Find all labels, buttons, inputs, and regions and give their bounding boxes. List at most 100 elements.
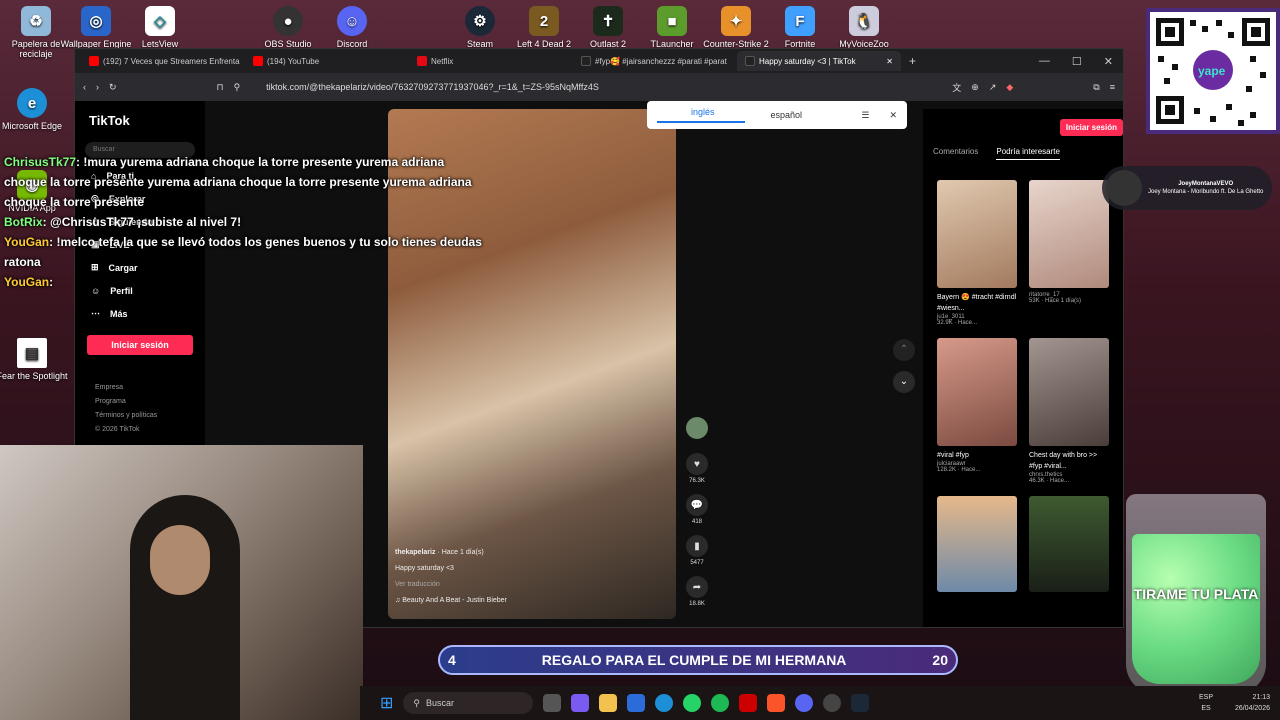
source-language-tab[interactable]: inglés bbox=[657, 107, 745, 123]
close-icon[interactable]: ✕ bbox=[889, 110, 897, 121]
browser-tab[interactable]: Netflix bbox=[409, 51, 573, 71]
taskbar-search[interactable]: ⚲ Buscar bbox=[403, 692, 534, 714]
myvoicezoo-icon: 🐧 bbox=[849, 6, 879, 36]
tiktok-logo[interactable]: TikTok bbox=[89, 113, 195, 128]
browser-tab-active[interactable]: Happy saturday <3 | TikTok ✕ bbox=[737, 51, 901, 71]
clock-time[interactable]: 21:13 bbox=[1235, 692, 1270, 703]
url-field[interactable]: tiktok.com/@thekapelariz/video/763270927… bbox=[250, 82, 942, 92]
back-icon[interactable]: ‹ bbox=[83, 82, 86, 92]
footer-link[interactable]: Programa bbox=[95, 395, 195, 409]
desktop-icon-fear-the-spotlight[interactable]: ▤ Fear the Spotlight bbox=[0, 338, 68, 381]
spotify-icon[interactable] bbox=[711, 694, 730, 712]
webcam-feed bbox=[0, 445, 363, 720]
suggested-video-card[interactable]: ritatorre_17 53K · Hace 1 día(s) bbox=[1029, 180, 1109, 326]
target-language-tab[interactable]: español bbox=[765, 110, 803, 120]
comment-count: 418 bbox=[691, 519, 702, 525]
desktop-icon-tlauncher[interactable]: ■ TLauncher bbox=[636, 6, 708, 49]
tab-comments[interactable]: Comentarios bbox=[933, 147, 978, 160]
desktop-icon-edge[interactable]: e Microsoft Edge bbox=[0, 88, 68, 131]
maximize-icon[interactable]: ☐ bbox=[1072, 55, 1082, 68]
edge-taskbar-icon[interactable] bbox=[655, 694, 674, 712]
browser-tab[interactable]: (192) 7 Veces que Streamers Enfrenta bbox=[81, 51, 245, 71]
brave-shield-icon[interactable]: ◆ bbox=[1006, 82, 1013, 93]
obs-taskbar-icon[interactable] bbox=[823, 694, 842, 712]
see-translation-link[interactable]: Ver traducción bbox=[395, 577, 507, 593]
more-icon: ⋯ bbox=[91, 308, 100, 318]
chat-text: : !melco tefa la que se llevó todos los … bbox=[4, 235, 482, 269]
share-icon[interactable]: ↗ bbox=[989, 82, 997, 93]
prev-video-button[interactable]: ⌃ bbox=[893, 339, 915, 361]
whatsapp-icon[interactable] bbox=[683, 694, 702, 712]
desktop-icon-outlast[interactable]: ✝ Outlast 2 bbox=[572, 6, 644, 49]
album-art bbox=[1106, 170, 1142, 206]
translate-popup: inglés español ☰ ✕ bbox=[647, 101, 907, 129]
author-avatar[interactable] bbox=[686, 417, 708, 439]
lang-indicator[interactable]: ESP bbox=[1199, 692, 1213, 703]
forward-icon[interactable]: › bbox=[96, 82, 99, 92]
menu-icon[interactable]: ≡ bbox=[1110, 82, 1115, 92]
outlast-icon: ✝ bbox=[593, 6, 623, 36]
next-video-button[interactable]: ⌄ bbox=[893, 371, 915, 393]
save-button[interactable]: ▮ bbox=[686, 535, 708, 557]
options-icon[interactable]: ☰ bbox=[861, 110, 869, 121]
new-tab-icon[interactable]: + bbox=[901, 54, 916, 68]
zoom-icon[interactable]: ⊕ bbox=[971, 82, 979, 93]
browser-tab[interactable]: (194) YouTube bbox=[245, 51, 409, 71]
store-icon[interactable] bbox=[627, 694, 646, 712]
footer-link[interactable]: Términos y políticas bbox=[95, 409, 195, 423]
tip-jar: TIRAME TU PLATA bbox=[1126, 494, 1266, 694]
steam-taskbar-icon[interactable] bbox=[851, 694, 870, 712]
close-tab-icon[interactable]: ✕ bbox=[886, 57, 893, 66]
now-playing-artist: JoeyMontanaVEVO bbox=[1178, 181, 1234, 187]
video-thumbnail bbox=[1029, 180, 1109, 288]
desktop-icon-l4d2[interactable]: 2 Left 4 Dead 2 bbox=[508, 6, 580, 49]
tiktok-icon bbox=[745, 56, 755, 66]
desktop-icon-cs2[interactable]: ✦ Counter-Strike 2 bbox=[700, 6, 772, 49]
desktop-icon-fortnite[interactable]: F Fortnite bbox=[764, 6, 836, 49]
card-caption: #viral #fyp bbox=[937, 452, 969, 459]
footer-link[interactable]: Empresa bbox=[95, 381, 195, 395]
task-view-icon[interactable] bbox=[543, 694, 562, 712]
like-button[interactable]: ♥ bbox=[686, 453, 708, 475]
suggested-video-card[interactable] bbox=[937, 496, 1017, 592]
suggested-video-card[interactable]: #viral #fyp julciaraawr 128.2K · Hace... bbox=[937, 338, 1017, 484]
suggested-video-card[interactable]: Bayern 😍 #tracht #dirndl #wiesn... ju1e_… bbox=[937, 180, 1017, 326]
site-info-icon[interactable]: ⚲ bbox=[234, 82, 241, 93]
browser-tab[interactable]: #fyp🥰 #jairsanchezzz #parati #parat bbox=[573, 51, 737, 71]
desktop-icon-myvoicezoo[interactable]: 🐧 MyVoiceZoo bbox=[828, 6, 900, 49]
share-button[interactable]: ➦ bbox=[686, 576, 708, 598]
music-note-icon: ♫ bbox=[395, 597, 401, 604]
discord-taskbar-icon[interactable] bbox=[795, 694, 814, 712]
suggested-video-card[interactable] bbox=[1029, 496, 1109, 592]
login-button[interactable]: Iniciar sesión bbox=[87, 335, 193, 355]
now-playing-widget: JoeyMontanaVEVO Joey Montana - Moribundo… bbox=[1102, 166, 1272, 210]
desktop-icon-obs[interactable]: ● OBS Studio bbox=[252, 6, 324, 49]
desktop-icon-wallpaper-engine[interactable]: ◎ Wallpaper Engine bbox=[60, 6, 132, 49]
login-button-right[interactable]: Iniciar sesión bbox=[1059, 119, 1123, 136]
app-icon[interactable] bbox=[739, 694, 758, 712]
desktop-icon-letsview[interactable]: ◇ LetsView bbox=[124, 6, 196, 49]
edge-icon: e bbox=[17, 88, 47, 118]
nav-more[interactable]: ⋯ Más bbox=[85, 302, 195, 325]
taskbar: ⊞ ⚲ Buscar bbox=[360, 686, 1280, 720]
video-author[interactable]: thekapelariz bbox=[395, 549, 435, 556]
minimize-icon[interactable]: — bbox=[1039, 55, 1050, 68]
bookmark-icon[interactable]: ⊓ bbox=[217, 82, 224, 93]
suggested-video-card[interactable]: Chest day with bro >> #fyp #viral... chr… bbox=[1029, 338, 1109, 484]
stream-chat-overlay: ChrisusTk77: !mura yurema adriana choque… bbox=[4, 152, 484, 292]
translate-icon[interactable]: 文 bbox=[952, 81, 961, 94]
close-window-icon[interactable]: ✕ bbox=[1104, 55, 1113, 68]
tab-you-may-like[interactable]: Podría interesarte bbox=[996, 147, 1060, 160]
reload-icon[interactable]: ↻ bbox=[109, 82, 117, 93]
desktop-icon-steam[interactable]: ⚙ Steam bbox=[444, 6, 516, 49]
windows-start-icon[interactable]: ⊞ bbox=[380, 693, 393, 713]
brave-icon[interactable] bbox=[767, 694, 786, 712]
file-explorer-icon[interactable] bbox=[599, 694, 618, 712]
desktop-icon-discord[interactable]: ☺ Discord bbox=[316, 6, 388, 49]
video-sound[interactable]: Beauty And A Beat - Justin Bieber bbox=[402, 597, 507, 604]
video-info: thekapelariz · Hace 1 día(s) Happy satur… bbox=[395, 545, 507, 609]
chat-user: BotRix bbox=[4, 215, 43, 229]
comment-button[interactable]: 💬 bbox=[686, 494, 708, 516]
extensions-icon[interactable]: ⧉ bbox=[1093, 82, 1099, 93]
copilot-icon[interactable] bbox=[571, 694, 590, 712]
